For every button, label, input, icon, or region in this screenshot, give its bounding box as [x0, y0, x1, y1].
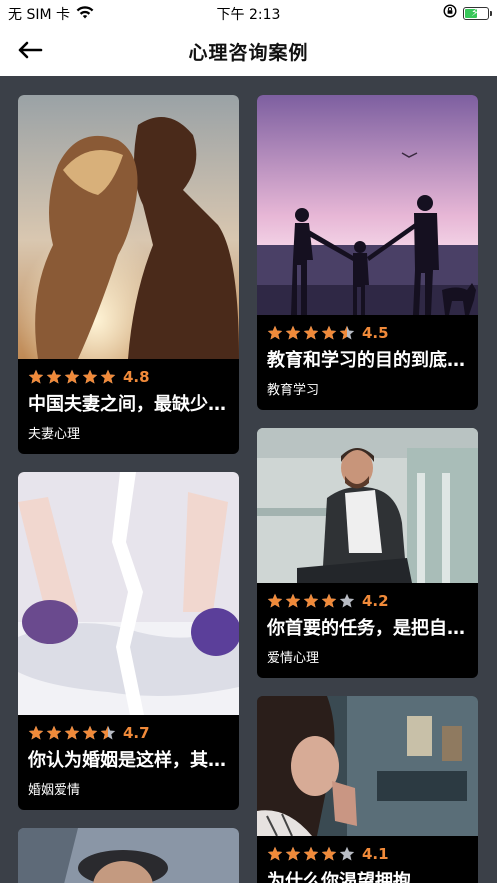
praying-woman-photo — [257, 696, 478, 836]
card-title: 你首要的任务，是把自己照顾好 — [267, 618, 468, 639]
rating-value: 4.7 — [123, 724, 150, 742]
star-icon — [339, 846, 355, 861]
star-icon — [267, 846, 283, 861]
card-body: 4.7 你认为婚姻是这样，其实不是 婚姻爱情 — [18, 715, 239, 810]
case-card[interactable] — [18, 828, 239, 883]
star-icon — [82, 369, 98, 384]
star-icon — [28, 369, 44, 384]
man-with-hat-photo — [18, 828, 239, 883]
star-icon — [46, 369, 62, 384]
card-body: 4.5 教育和学习的目的到底是什么 教育学习 — [257, 315, 478, 410]
star-icon — [285, 593, 301, 608]
card-tag: 教育学习 — [267, 383, 320, 398]
case-list[interactable]: 4.8 中国夫妻之间，最缺少的是什么 夫妻心理 — [0, 76, 497, 883]
left-column: 4.8 中国夫妻之间，最缺少的是什么 夫妻心理 — [18, 95, 239, 883]
rating-row: 4.7 — [28, 723, 229, 743]
broken-couple-photo — [18, 472, 239, 715]
couple-sunset-photo — [18, 95, 239, 359]
star-icon — [321, 846, 337, 861]
star-icon — [339, 593, 355, 608]
rating-stars — [28, 725, 116, 741]
star-icon — [64, 725, 80, 740]
right-column: 4.5 教育和学习的目的到底是什么 教育学习 — [257, 95, 478, 883]
card-title: 你认为婚姻是这样，其实不是 — [28, 750, 229, 771]
case-card[interactable]: 4.8 中国夫妻之间，最缺少的是什么 夫妻心理 — [18, 95, 239, 454]
card-tag: 夫妻心理 — [28, 427, 81, 442]
star-icon — [285, 846, 301, 861]
rating-value: 4.1 — [362, 845, 389, 863]
rating-row: 4.2 — [267, 591, 468, 611]
star-icon — [28, 725, 44, 740]
card-title: 教育和学习的目的到底是什么 — [267, 350, 468, 371]
star-icon — [303, 593, 319, 608]
card-body: 4.1 为什么你渴望拥抱 — [257, 836, 478, 883]
page-title: 心理咨询案例 — [188, 42, 309, 64]
orientation-lock-icon — [443, 4, 457, 22]
battery-charging-icon: ⚡ — [463, 6, 492, 20]
case-card[interactable]: 4.7 你认为婚姻是这样，其实不是 婚姻爱情 — [18, 472, 239, 810]
card-title: 中国夫妻之间，最缺少的是什么 — [28, 394, 229, 415]
rating-stars — [267, 846, 355, 862]
star-icon — [339, 325, 355, 340]
nav-bar: 心理咨询案例 — [0, 26, 497, 76]
star-icon — [64, 369, 80, 384]
star-icon — [46, 725, 62, 740]
case-card[interactable]: 4.2 你首要的任务，是把自己照顾好 爱情心理 — [257, 428, 478, 678]
star-icon — [303, 846, 319, 861]
case-card[interactable]: 4.1 为什么你渴望拥抱 — [257, 696, 478, 883]
smiling-man-photo — [257, 428, 478, 583]
status-bar: 无 SIM 卡 下午 2:13 ⚡ — [0, 0, 497, 26]
rating-value: 4.2 — [362, 592, 389, 610]
rating-row: 4.8 — [28, 367, 229, 387]
case-card[interactable]: 4.5 教育和学习的目的到底是什么 教育学习 — [257, 95, 478, 410]
rating-row: 4.5 — [267, 323, 468, 343]
card-tag: 爱情心理 — [267, 651, 320, 666]
rating-value: 4.8 — [123, 368, 150, 386]
star-icon — [321, 325, 337, 340]
family-silhouette-photo — [257, 95, 478, 315]
rating-stars — [267, 593, 355, 609]
rating-value: 4.5 — [362, 324, 389, 342]
star-icon — [100, 725, 116, 740]
star-icon — [267, 325, 283, 340]
star-icon — [100, 369, 116, 384]
star-icon — [267, 593, 283, 608]
star-icon — [82, 725, 98, 740]
star-icon — [321, 593, 337, 608]
card-body: 4.2 你首要的任务，是把自己照顾好 爱情心理 — [257, 583, 478, 678]
status-right: ⚡ — [443, 4, 492, 22]
star-icon — [303, 325, 319, 340]
rating-stars — [28, 369, 116, 385]
rating-row: 4.1 — [267, 844, 468, 864]
card-tag: 婚姻爱情 — [28, 783, 81, 798]
rating-stars — [267, 325, 355, 341]
card-title: 为什么你渴望拥抱 — [267, 871, 411, 883]
card-body: 4.8 中国夫妻之间，最缺少的是什么 夫妻心理 — [18, 359, 239, 454]
status-time: 下午 2:13 — [216, 7, 281, 23]
star-icon — [285, 325, 301, 340]
